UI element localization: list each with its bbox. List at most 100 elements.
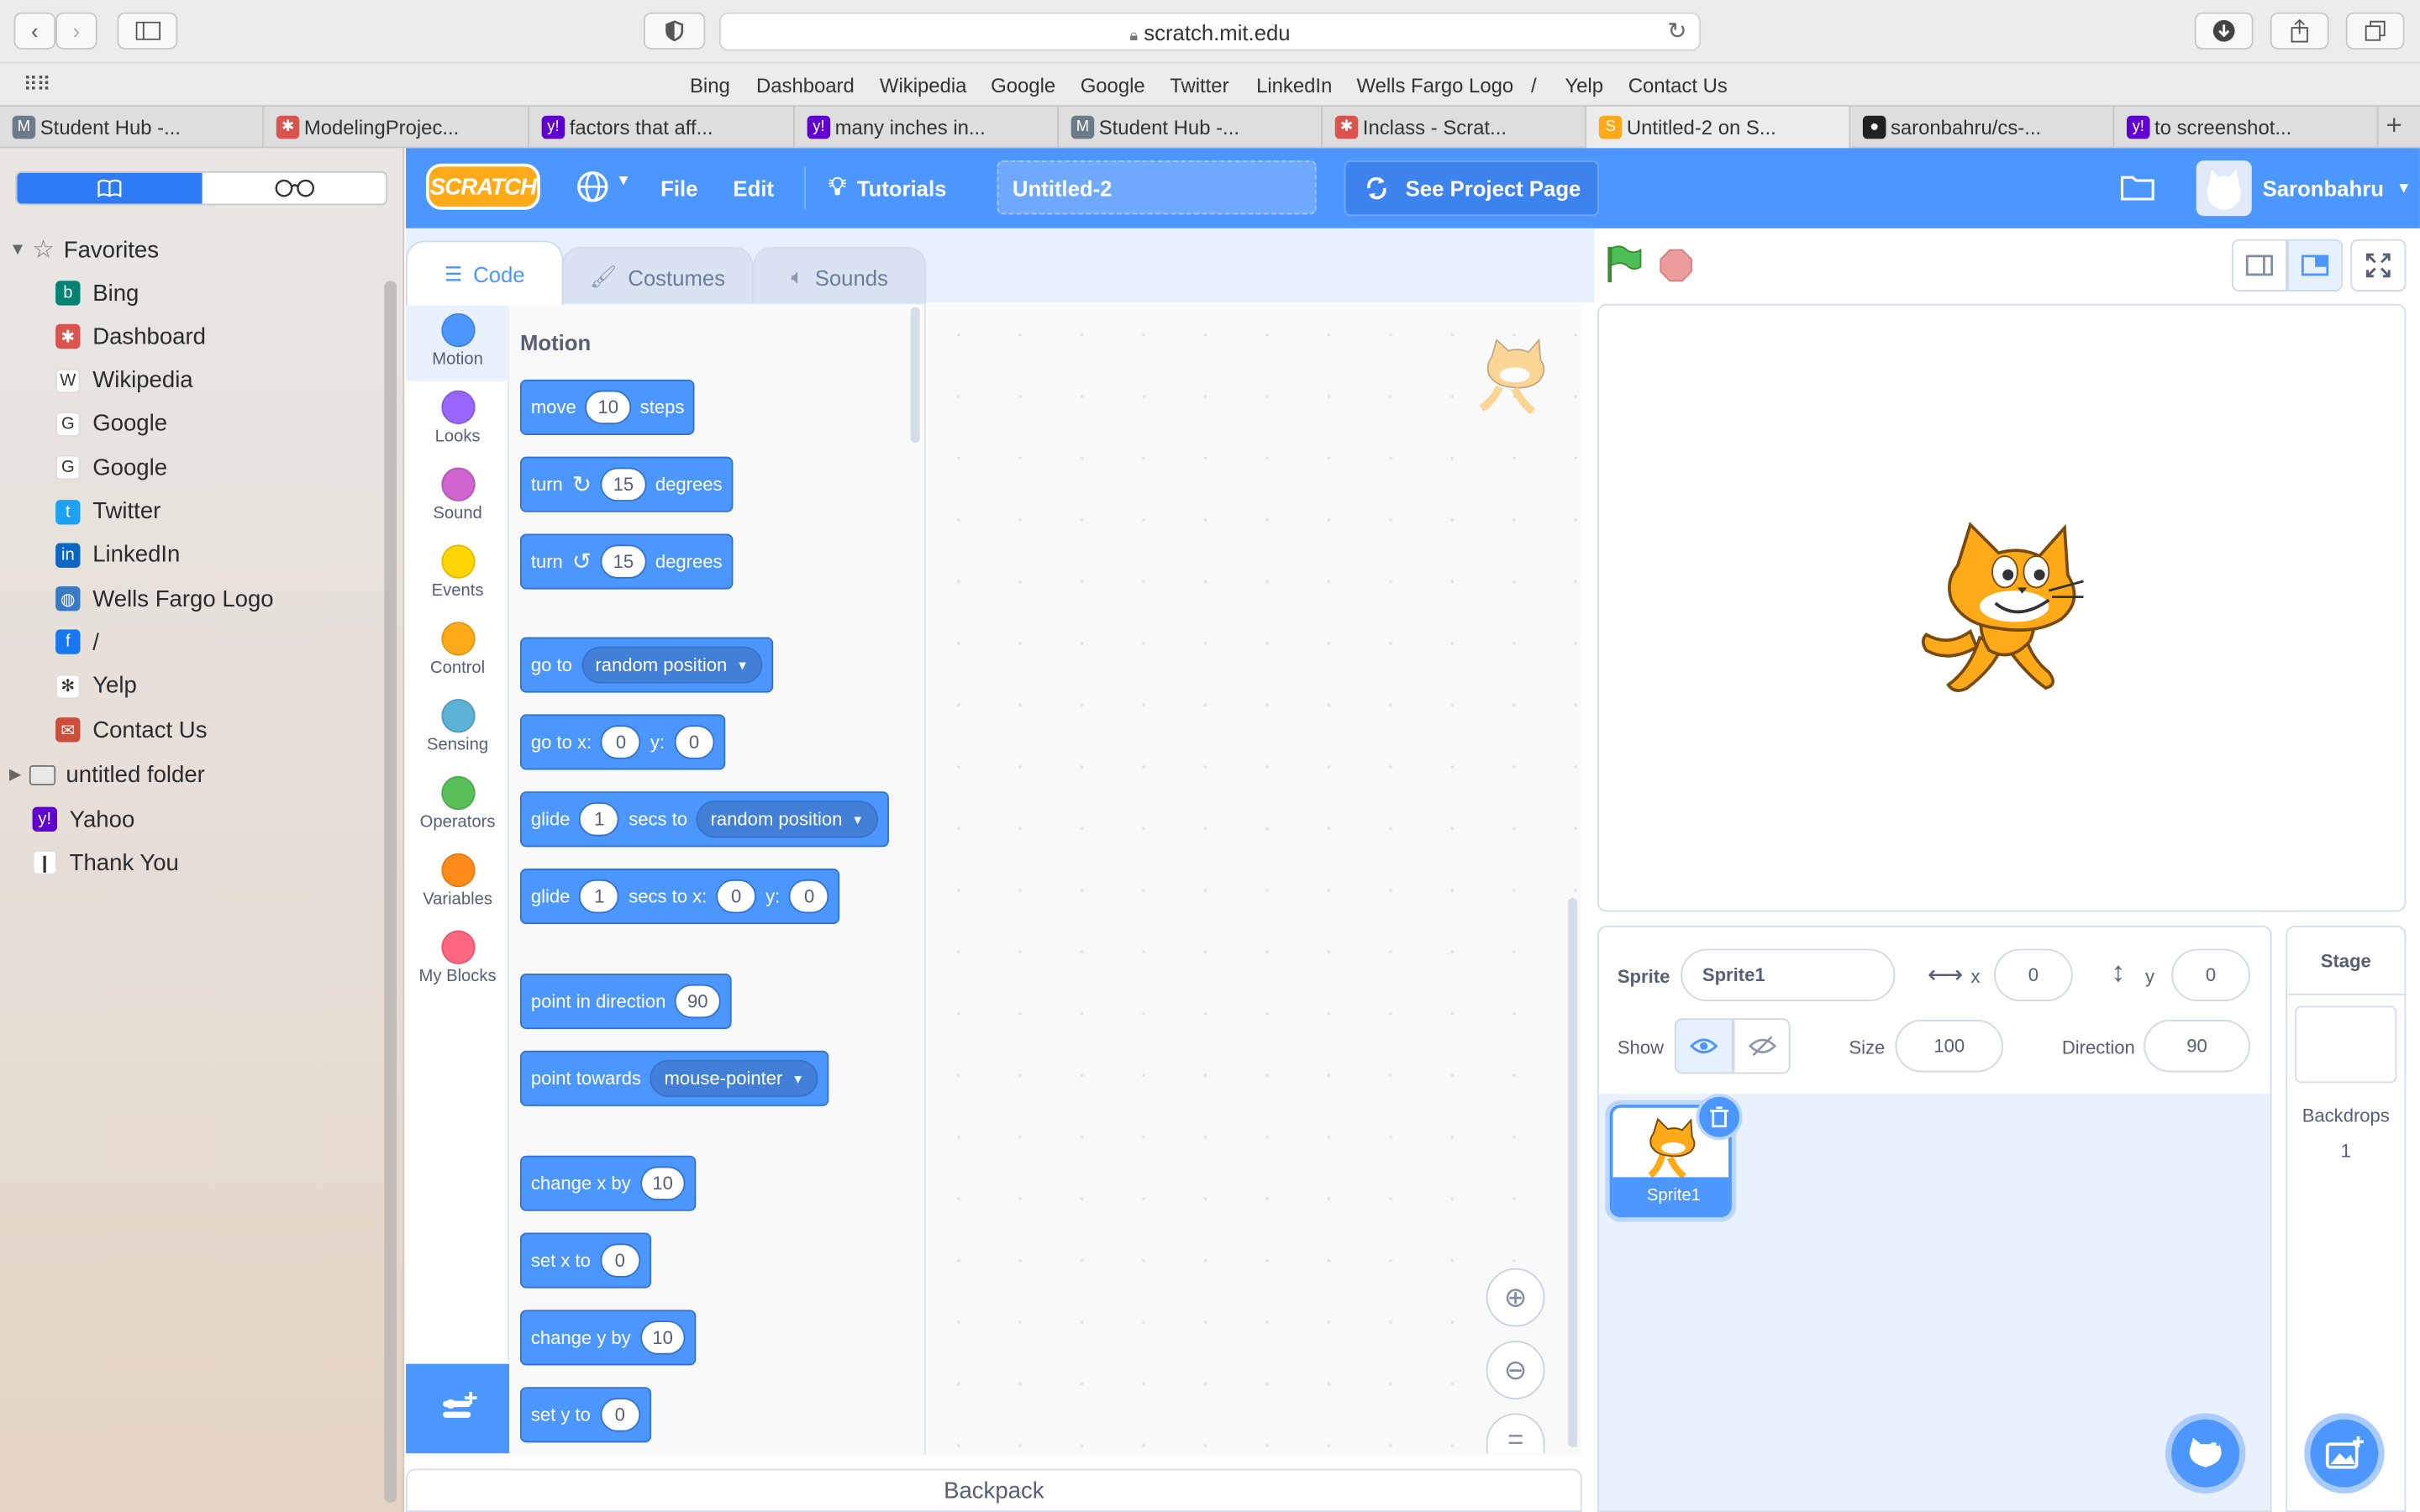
block-turn-left[interactable]: turn ↺ 15 degrees <box>519 533 734 590</box>
sprite-name-input[interactable]: Sprite1 <box>1681 948 1896 1002</box>
sidebar-bookmark[interactable]: G Google <box>55 448 167 488</box>
sidebar-bookmark[interactable]: ✱ Dashboard <box>55 317 206 357</box>
go-to-target-dropdown[interactable]: random position ▼ <box>581 646 763 684</box>
sidebar-bookmark[interactable]: b Bing <box>55 273 139 313</box>
favbar-bing[interactable]: Bing <box>690 74 730 97</box>
choose-sprite-button[interactable] <box>2165 1413 2246 1494</box>
back-button[interactable]: ‹ <box>13 12 56 50</box>
backpack-bar[interactable]: Backpack <box>406 1468 1582 1512</box>
browser-tab[interactable]: y! many inches in... <box>795 106 1059 149</box>
address-bar[interactable]: 🔒︎ scratch.mit.edu ↻ <box>718 12 1702 51</box>
sidebar-bookmark[interactable]: y! Yahoo <box>32 799 135 839</box>
favbar-wikipedia[interactable]: Wikipedia <box>880 74 967 97</box>
browser-tab[interactable]: ● saronbahru/cs-... <box>1850 106 2115 149</box>
favorites-group[interactable]: ▼ ☆ Favorites <box>9 230 159 270</box>
category-my-blocks[interactable]: My Blocks <box>406 930 509 986</box>
favbar-twitter[interactable]: Twitter <box>1170 74 1228 97</box>
category-variables[interactable]: Variables <box>406 853 509 909</box>
reload-icon[interactable]: ↻ <box>1667 14 1686 51</box>
tab-sounds[interactable]: 🔈︎ Sounds <box>753 246 927 306</box>
sprite-y-input[interactable]: 0 <box>2171 948 2250 1002</box>
tutorials-button[interactable]: 💡︎ Tutorials <box>829 148 946 228</box>
sidebar-bookmark[interactable]: G Google <box>55 404 167 444</box>
sidebar-bookmark[interactable]: ❙ Thank You <box>32 843 179 883</box>
delete-sprite-button[interactable] <box>1696 1094 1743 1141</box>
share-button[interactable] <box>2270 12 2329 50</box>
sidebar-untitled-folder[interactable]: ▶ untitled folder <box>9 754 205 795</box>
degrees-input[interactable]: 15 <box>600 544 646 579</box>
category-control[interactable]: Control <box>406 622 509 677</box>
sidebar-bookmark[interactable]: t Twitter <box>55 491 160 532</box>
scratch-logo[interactable]: SCRATCH <box>425 163 540 210</box>
show-visible-button[interactable] <box>1674 1018 1733 1074</box>
language-button[interactable]: ▼ <box>576 170 631 212</box>
sidebar-bookmark[interactable]: ✻ Yelp <box>55 666 137 706</box>
y-input[interactable]: 0 <box>674 725 714 759</box>
block-set-x[interactable]: set x to 0 <box>519 1232 651 1289</box>
set-y-input[interactable]: 0 <box>599 1398 640 1432</box>
sidebar-scrollbar[interactable] <box>384 281 397 1503</box>
sidebar-bookmark[interactable]: in LinkedIn <box>55 535 180 575</box>
category-motion[interactable]: Motion <box>406 312 509 369</box>
file-menu[interactable]: File <box>660 148 697 228</box>
sprite-size-input[interactable]: 100 <box>1895 1020 2004 1073</box>
browser-tab[interactable]: ✱ Inclass - Scrat... <box>1323 106 1587 149</box>
my-stuff-button[interactable] <box>2120 173 2154 206</box>
account-menu[interactable]: Saronbahru ▼ <box>2263 148 2412 228</box>
stage-sprite-cat[interactable] <box>1914 518 2087 699</box>
reading-list-segment[interactable] <box>203 173 387 204</box>
sprite-x-input[interactable]: 0 <box>1994 948 2073 1002</box>
large-stage-button[interactable] <box>2286 239 2344 292</box>
favbar-google-2[interactable]: Google <box>1081 74 1145 97</box>
workspace-scrollbar[interactable] <box>1568 897 1578 1447</box>
browser-tab[interactable]: y! to screenshot... <box>2114 106 2379 149</box>
block-point-in-direction[interactable]: point in direction 90 <box>519 973 732 1030</box>
add-extension-button[interactable] <box>406 1363 510 1454</box>
x-input[interactable]: 0 <box>601 725 641 759</box>
tab-overview-button[interactable] <box>2345 12 2405 50</box>
sidebar-bookmark[interactable]: ◍ Wells Fargo Logo <box>55 579 274 619</box>
sprite-direction-input[interactable]: 90 <box>2144 1020 2250 1073</box>
glide-target-dropdown[interactable]: random position ▼ <box>697 801 878 838</box>
tab-costumes[interactable]: 🖌︎ Costumes <box>561 246 754 306</box>
point-towards-dropdown[interactable]: mouse-pointer ▼ <box>650 1059 818 1097</box>
avatar[interactable] <box>2196 160 2252 217</box>
favbar-slash[interactable]: / <box>1531 74 1537 97</box>
browser-tab[interactable]: y! factors that aff... <box>529 106 795 149</box>
script-workspace[interactable] <box>927 303 1582 1456</box>
palette-scrollbar[interactable] <box>910 307 920 444</box>
secs-input[interactable]: 1 <box>579 879 620 914</box>
browser-tab[interactable]: ✱ ModelingProjec... <box>264 106 529 149</box>
forward-button[interactable]: › <box>55 12 97 50</box>
category-looks[interactable]: Looks <box>406 390 509 446</box>
sidebar-toggle-button[interactable] <box>117 12 178 50</box>
choose-backdrop-button[interactable] <box>2304 1413 2385 1494</box>
favbar-yelp[interactable]: Yelp <box>1565 74 1603 97</box>
favbar-dashboard[interactable]: Dashboard <box>756 74 855 97</box>
privacy-report-button[interactable] <box>643 12 706 50</box>
sidebar-bookmark[interactable]: W Wikipedia <box>55 360 193 401</box>
zoom-in-button[interactable]: ⊕ <box>1486 1268 1545 1327</box>
change-x-input[interactable]: 10 <box>639 1166 686 1200</box>
direction-input[interactable]: 90 <box>675 984 721 1019</box>
block-glide-to-xy[interactable]: glide 1 secs to x: 0 y: 0 <box>519 869 840 925</box>
category-sound[interactable]: Sound <box>406 467 509 523</box>
degrees-input[interactable]: 15 <box>600 467 646 501</box>
project-title-input[interactable]: Untitled-2 <box>997 160 1317 215</box>
block-turn-right[interactable]: turn ↻ 15 degrees <box>519 456 734 512</box>
fullscreen-button[interactable] <box>2350 239 2407 292</box>
green-flag-button[interactable] <box>1605 244 1642 288</box>
tab-code[interactable]: ☰ Code <box>406 240 564 306</box>
block-set-y[interactable]: set y to 0 <box>519 1387 651 1443</box>
edit-menu[interactable]: Edit <box>733 148 774 228</box>
block-move-steps[interactable]: move 10 steps <box>519 379 696 435</box>
secs-input[interactable]: 1 <box>579 802 620 837</box>
downloads-button[interactable] <box>2194 12 2254 50</box>
x-input[interactable]: 0 <box>716 879 757 914</box>
y-input[interactable]: 0 <box>789 879 830 914</box>
block-change-x[interactable]: change x by 10 <box>519 1155 697 1211</box>
steps-input[interactable]: 10 <box>585 390 631 425</box>
apps-grid-icon[interactable]: ⠿⠿ <box>24 72 51 97</box>
stop-button[interactable] <box>1659 249 1692 287</box>
browser-tab[interactable]: M Student Hub -... <box>1059 106 1323 149</box>
